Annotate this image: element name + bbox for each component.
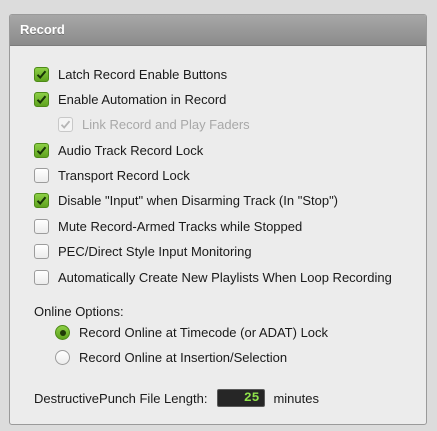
punch-length-input[interactable]: 25 xyxy=(217,389,266,407)
option-label: Disable "Input" when Disarming Track (In… xyxy=(58,193,339,208)
checkbox-icon[interactable] xyxy=(34,193,49,208)
option-label: Latch Record Enable Buttons xyxy=(58,67,228,82)
option-auto-create-playlists[interactable]: Automatically Create New Playlists When … xyxy=(34,270,392,285)
option-label: Enable Automation in Record xyxy=(58,92,227,107)
option-label: PEC/Direct Style Input Monitoring xyxy=(58,244,252,259)
option-label: Transport Record Lock xyxy=(58,168,190,183)
option-mute-record-armed[interactable]: Mute Record-Armed Tracks while Stopped xyxy=(34,219,302,234)
checkbox-icon[interactable] xyxy=(34,168,49,183)
radio-selected-icon[interactable] xyxy=(55,325,70,340)
option-latch-record-enable[interactable]: Latch Record Enable Buttons xyxy=(34,67,227,82)
checkbox-icon[interactable] xyxy=(34,67,49,82)
checkbox-icon[interactable] xyxy=(34,270,49,285)
checkbox-icon[interactable] xyxy=(34,244,49,259)
punch-length-unit: minutes xyxy=(273,390,319,406)
option-pec-direct-monitoring[interactable]: PEC/Direct Style Input Monitoring xyxy=(34,244,252,259)
record-panel: Record Latch Record Enable Buttons Enabl… xyxy=(9,14,427,425)
option-link-record-play-faders: Link Record and Play Faders xyxy=(58,117,250,132)
radio-online-insertion-selection[interactable]: Record Online at Insertion/Selection xyxy=(55,350,287,365)
option-enable-automation[interactable]: Enable Automation in Record xyxy=(34,92,226,107)
punch-length-row: DestructivePunch File Length: 25 minutes xyxy=(34,389,319,407)
punch-length-label: DestructivePunch File Length: xyxy=(34,390,208,406)
option-label: Audio Track Record Lock xyxy=(58,143,204,158)
option-disable-input-disarming[interactable]: Disable "Input" when Disarming Track (In… xyxy=(34,193,338,208)
option-label: Link Record and Play Faders xyxy=(82,117,250,132)
online-options-label: Online Options: xyxy=(34,304,124,319)
checkbox-icon[interactable] xyxy=(34,219,49,234)
panel-title: Record xyxy=(10,15,426,46)
option-audio-track-record-lock[interactable]: Audio Track Record Lock xyxy=(34,143,203,158)
radio-label: Record Online at Insertion/Selection xyxy=(79,350,288,365)
option-transport-record-lock[interactable]: Transport Record Lock xyxy=(34,168,190,183)
checkbox-icon xyxy=(58,117,73,132)
radio-unselected-icon[interactable] xyxy=(55,350,70,365)
option-label: Automatically Create New Playlists When … xyxy=(58,270,392,285)
preferences-window: Record Latch Record Enable Buttons Enabl… xyxy=(0,0,437,431)
option-label: Mute Record-Armed Tracks while Stopped xyxy=(58,219,303,234)
radio-label: Record Online at Timecode (or ADAT) Lock xyxy=(79,325,329,340)
radio-online-timecode-lock[interactable]: Record Online at Timecode (or ADAT) Lock xyxy=(55,325,328,340)
checkbox-icon[interactable] xyxy=(34,143,49,158)
checkbox-icon[interactable] xyxy=(34,92,49,107)
